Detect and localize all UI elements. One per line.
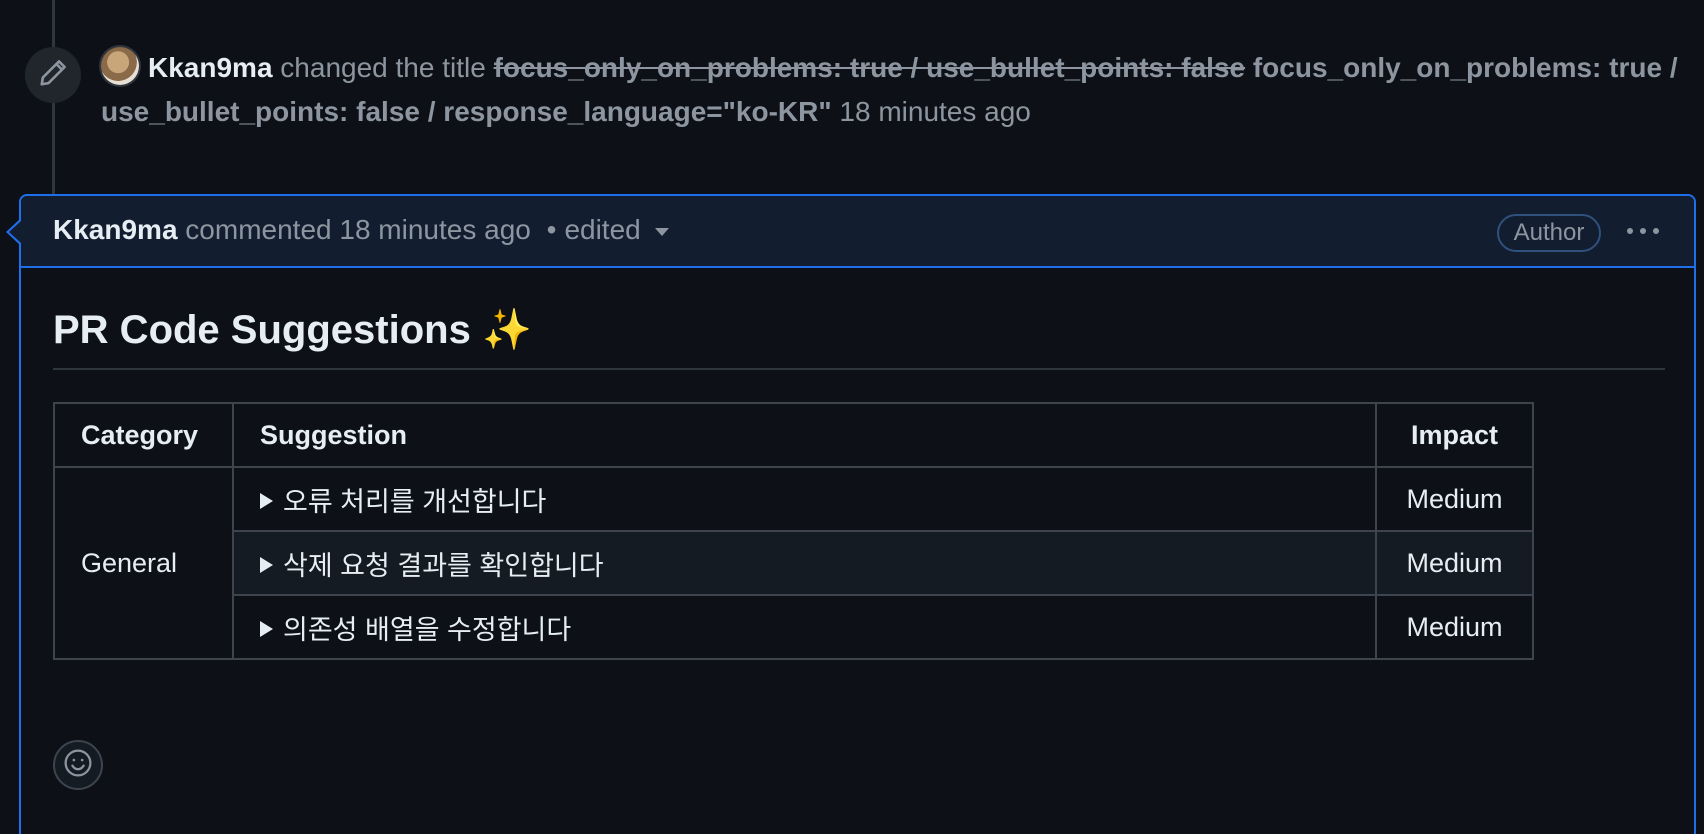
comment-title-text: PR Code Suggestions — [53, 308, 471, 352]
comment-meta: Kkan9ma commented 18 minutes ago • edited — [53, 210, 669, 250]
event-badge — [25, 47, 81, 103]
suggestion-text: 의존성 배열을 수정합니다 — [283, 614, 572, 645]
column-header-category: Category — [53, 402, 234, 468]
suggestions-table: Category Suggestion Impact General 오류 처리… — [53, 402, 1534, 660]
author-badge: Author — [1497, 214, 1601, 252]
old-title: focus_only_on_problems: true / use_bulle… — [493, 52, 1246, 83]
table-row: 의존성 배열을 수정합니다 Medium — [54, 594, 1534, 660]
suggestion-toggle[interactable]: 의존성 배열을 수정합니다 — [232, 594, 1377, 660]
comment-options-button[interactable] — [1623, 212, 1663, 250]
title-change-event: Kkan9ma changed the title focus_only_on_… — [0, 36, 1704, 156]
comment-timestamp[interactable]: 18 minutes ago — [339, 214, 530, 245]
triangle-right-icon — [260, 557, 273, 574]
suggestion-toggle[interactable]: 오류 처리를 개선합니다 — [232, 466, 1377, 532]
suggestion-text: 오류 처리를 개선합니다 — [283, 486, 547, 517]
event-actor-link[interactable]: Kkan9ma — [148, 52, 273, 83]
meta-separator: • — [546, 214, 557, 245]
event-description: Kkan9ma changed the title focus_only_on_… — [101, 46, 1691, 134]
comment-header: Kkan9ma commented 18 minutes ago • edited… — [21, 196, 1694, 268]
impact-cell: Medium — [1375, 530, 1534, 596]
column-header-impact: Impact — [1375, 402, 1534, 468]
smiley-icon — [63, 748, 93, 783]
comment-box: Kkan9ma commented 18 minutes ago • edited… — [19, 194, 1696, 834]
sparkles-icon: ✨ — [481, 308, 532, 352]
event-timestamp[interactable]: 18 minutes ago — [839, 96, 1030, 127]
suggestion-toggle[interactable]: 삭제 요청 결과를 확인합니다 — [232, 530, 1377, 596]
table-row: General 오류 처리를 개선합니다 Medium — [53, 466, 1534, 660]
edited-label: edited — [564, 214, 641, 245]
event-action: changed the title — [280, 52, 486, 83]
triangle-right-icon — [260, 621, 273, 638]
suggestion-text: 삭제 요청 결과를 확인합니다 — [283, 550, 604, 581]
table-row: 삭제 요청 결과를 확인합니다 Medium — [54, 530, 1534, 596]
pencil-icon — [38, 58, 68, 93]
kebab-horizontal-icon — [1625, 222, 1661, 240]
table-header-row: Category Suggestion Impact — [53, 402, 1534, 468]
comment-body: PR Code Suggestions ✨ Category Suggestio… — [53, 304, 1665, 660]
impact-cell: Medium — [1375, 594, 1534, 660]
comment-action: commented — [185, 214, 332, 245]
category-cell: General — [53, 466, 234, 660]
column-header-suggestion: Suggestion — [232, 402, 1377, 468]
triangle-down-icon — [654, 227, 669, 236]
triangle-right-icon — [260, 493, 273, 510]
comment-author-link[interactable]: Kkan9ma — [53, 214, 178, 245]
add-reaction-button[interactable] — [53, 740, 103, 790]
comment-title: PR Code Suggestions ✨ — [53, 304, 1665, 370]
impact-cell: Medium — [1375, 466, 1534, 532]
edited-dropdown[interactable]: edited — [564, 214, 669, 245]
comment-pointer-fill — [9, 221, 21, 243]
